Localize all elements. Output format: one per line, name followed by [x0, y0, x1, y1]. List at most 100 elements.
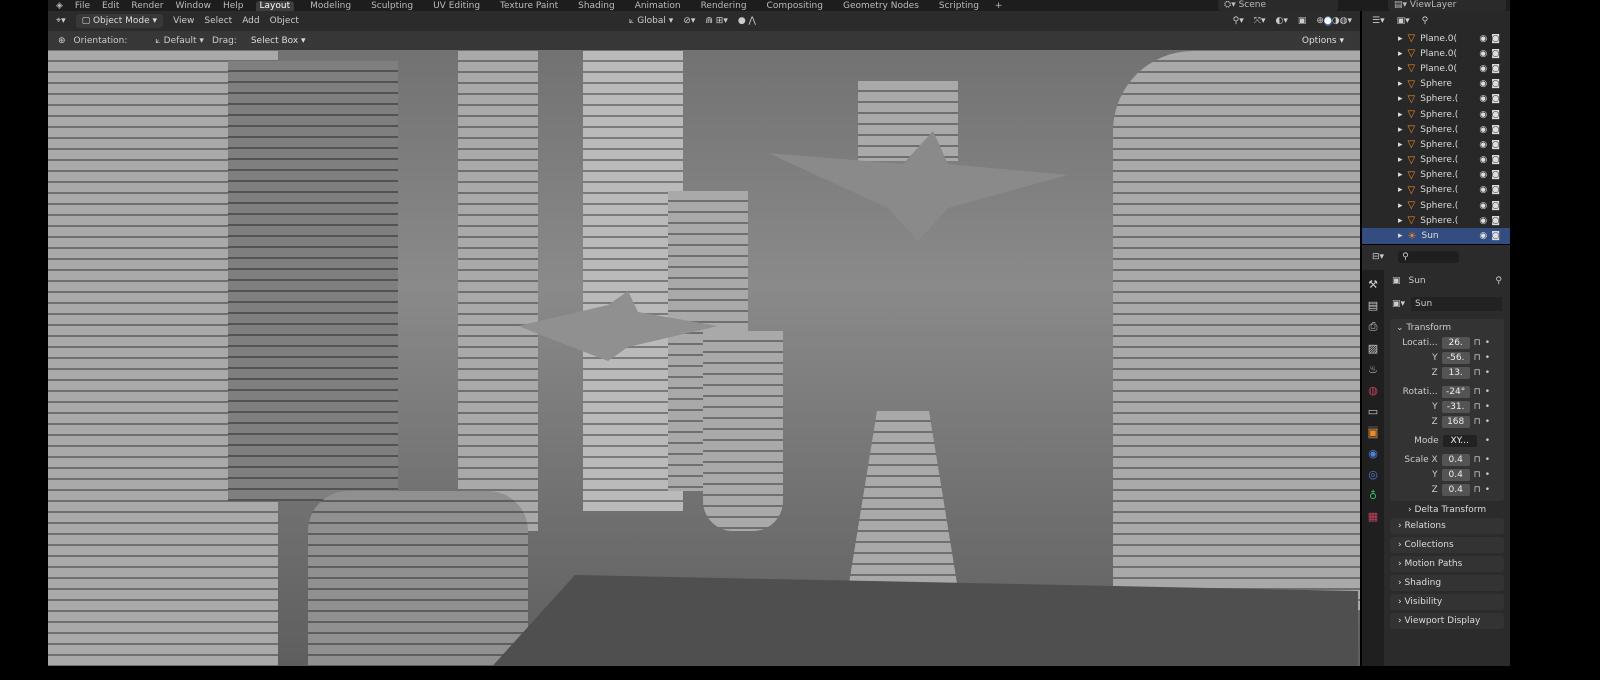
- tab-compositing[interactable]: Compositing: [763, 1, 827, 11]
- keyframe-dot-icon[interactable]: •: [1485, 353, 1490, 363]
- filter-icon[interactable]: ▣▾: [1397, 16, 1410, 26]
- search-icon[interactable]: ⚲: [1422, 16, 1429, 26]
- keyframe-dot-icon[interactable]: •: [1485, 338, 1490, 348]
- tool-tab-icon[interactable]: ⚒: [1368, 278, 1378, 291]
- texture-tab-icon[interactable]: ▦: [1368, 510, 1378, 523]
- location-x-field[interactable]: 26.: [1441, 336, 1470, 349]
- mode-dropdown[interactable]: ▢ Object Mode ▾: [75, 14, 164, 28]
- scene-selector[interactable]: ⛭▾ Scene: [1218, 0, 1338, 11]
- camera-icon[interactable]: ◙: [1491, 110, 1504, 120]
- eye-icon[interactable]: ◉: [1479, 231, 1491, 241]
- keyframe-dot-icon[interactable]: •: [1485, 436, 1490, 446]
- eye-icon[interactable]: ◉: [1479, 110, 1491, 120]
- keyframe-dot-icon[interactable]: •: [1485, 455, 1490, 465]
- keyframe-dot-icon[interactable]: •: [1485, 485, 1490, 495]
- outliner-item[interactable]: ▸ ▽ Sphere.(◉◙: [1362, 92, 1510, 107]
- tab-geometry-nodes[interactable]: Geometry Nodes: [839, 1, 923, 11]
- light-data-tab-icon[interactable]: ♁: [1369, 489, 1377, 502]
- expand-icon[interactable]: ▸: [1398, 170, 1403, 180]
- expand-icon[interactable]: ▸: [1398, 49, 1403, 59]
- keyframe-dot-icon[interactable]: •: [1485, 417, 1490, 427]
- expand-icon[interactable]: ▸: [1398, 231, 1403, 241]
- snap-icon[interactable]: ⋒ ⊞▾: [705, 16, 727, 26]
- modifier-tab-icon[interactable]: ◉: [1368, 447, 1378, 460]
- menu-help[interactable]: Help: [223, 1, 244, 11]
- camera-icon[interactable]: ◙: [1491, 140, 1504, 150]
- scale-x-field[interactable]: 0.4: [1441, 453, 1470, 466]
- physics-tab-icon[interactable]: ◎: [1368, 468, 1378, 481]
- view-layer-tab-icon[interactable]: ▨: [1368, 342, 1378, 355]
- outliner-item[interactable]: ▸ ▽ Sphere.(◉◙: [1362, 168, 1510, 183]
- keyframe-dot-icon[interactable]: •: [1485, 387, 1490, 397]
- eye-icon[interactable]: ◉: [1479, 49, 1491, 59]
- expand-icon[interactable]: ▸: [1398, 216, 1403, 226]
- editor-type-icon[interactable]: ⊟▾: [1372, 252, 1384, 262]
- camera-icon[interactable]: ◙: [1491, 231, 1504, 241]
- menu-add[interactable]: Add: [242, 16, 259, 26]
- location-z-field[interactable]: 13.: [1441, 366, 1470, 379]
- scale-z-field[interactable]: 0.4: [1441, 483, 1470, 496]
- panel-motion-paths[interactable]: › Motion Paths: [1390, 556, 1504, 572]
- scene-tab-icon[interactable]: ♨: [1368, 363, 1378, 376]
- outliner-item[interactable]: ▸ ▽ Sphere.(◉◙: [1362, 183, 1510, 198]
- location-y-field[interactable]: -56.: [1441, 351, 1470, 364]
- camera-icon[interactable]: ◙: [1491, 34, 1504, 44]
- object-tab-icon[interactable]: ▣: [1367, 426, 1379, 439]
- expand-icon[interactable]: ▸: [1398, 140, 1403, 150]
- expand-icon[interactable]: ▸: [1398, 94, 1403, 104]
- eye-icon[interactable]: ◉: [1479, 125, 1491, 135]
- collection-tab-icon[interactable]: ▭: [1368, 405, 1378, 418]
- outliner-item[interactable]: ▸ ▽ Sphere.(◉◙: [1362, 213, 1510, 228]
- overlay-icon[interactable]: ◐▾: [1275, 16, 1287, 26]
- panel-shading[interactable]: › Shading: [1390, 575, 1504, 591]
- lock-icon[interactable]: ⊓: [1474, 387, 1481, 397]
- menu-edit[interactable]: Edit: [102, 1, 119, 11]
- outliner-item[interactable]: ▸ ▽ Sphere ◉◙: [1362, 77, 1510, 92]
- expand-icon[interactable]: ▸: [1398, 185, 1403, 195]
- tab-layout[interactable]: Layout: [255, 1, 295, 11]
- rotation-mode-field[interactable]: XY...: [1442, 434, 1477, 447]
- output-tab-icon[interactable]: ⎙: [1369, 320, 1378, 334]
- panel-visibility[interactable]: › Visibility: [1390, 594, 1504, 610]
- camera-icon[interactable]: ◙: [1491, 216, 1504, 226]
- 3d-viewport[interactable]: [48, 31, 1360, 666]
- scale-y-field[interactable]: 0.4: [1441, 468, 1470, 481]
- keyframe-dot-icon[interactable]: •: [1485, 402, 1490, 412]
- display-mode-icon[interactable]: ☰▾: [1372, 16, 1385, 26]
- add-workspace-button[interactable]: +: [995, 1, 1003, 11]
- outliner-item[interactable]: ▸ ▽ Sphere.(◉◙: [1362, 198, 1510, 213]
- menu-window[interactable]: Window: [175, 1, 211, 11]
- panel-relations[interactable]: › Relations: [1390, 518, 1504, 534]
- eye-icon[interactable]: ◉: [1479, 216, 1491, 226]
- tab-scripting[interactable]: Scripting: [935, 1, 983, 11]
- tab-modeling[interactable]: Modeling: [306, 1, 355, 11]
- search-icon[interactable]: ⚲: [1398, 251, 1459, 263]
- eye-icon[interactable]: ◉: [1479, 185, 1491, 195]
- camera-icon[interactable]: ◙: [1491, 125, 1504, 135]
- outliner-item[interactable]: ▸ ▽ Plane.0(◉◙: [1362, 61, 1510, 76]
- delta-transform-subpanel[interactable]: › Delta Transform: [1408, 505, 1504, 515]
- eye-icon[interactable]: ◉: [1479, 140, 1491, 150]
- camera-icon[interactable]: ◙: [1491, 201, 1504, 211]
- keyframe-dot-icon[interactable]: •: [1485, 368, 1490, 378]
- lock-icon[interactable]: ⊓: [1474, 368, 1481, 378]
- eye-icon[interactable]: ◉: [1479, 64, 1491, 74]
- outliner-item[interactable]: ▸ ▽ Sphere.(◉◙: [1362, 107, 1510, 122]
- lock-icon[interactable]: ⊓: [1474, 455, 1481, 465]
- outliner-item[interactable]: ▸ ▽ Sphere.(◉◙: [1362, 137, 1510, 152]
- orientation-dropdown[interactable]: ⟀ Default ▾: [155, 36, 204, 46]
- lock-icon[interactable]: ⊓: [1474, 470, 1481, 480]
- menu-select[interactable]: Select: [204, 16, 232, 26]
- shading-modes[interactable]: ⊕●◑◍▾: [1316, 16, 1352, 26]
- lock-icon[interactable]: ⊓: [1474, 402, 1481, 412]
- outliner-item[interactable]: ▸ ▽ Sphere.(◉◙: [1362, 153, 1510, 168]
- tab-animation[interactable]: Animation: [631, 1, 685, 11]
- tab-rendering[interactable]: Rendering: [697, 1, 751, 11]
- panel-collections[interactable]: › Collections: [1390, 537, 1504, 553]
- menu-object[interactable]: Object: [270, 16, 299, 26]
- expand-icon[interactable]: ▸: [1398, 125, 1403, 135]
- rotation-z-field[interactable]: 168: [1441, 415, 1470, 428]
- expand-icon[interactable]: ▸: [1398, 110, 1403, 120]
- lock-icon[interactable]: ⊓: [1474, 417, 1481, 427]
- transform-header[interactable]: ⌄ Transform: [1390, 321, 1504, 335]
